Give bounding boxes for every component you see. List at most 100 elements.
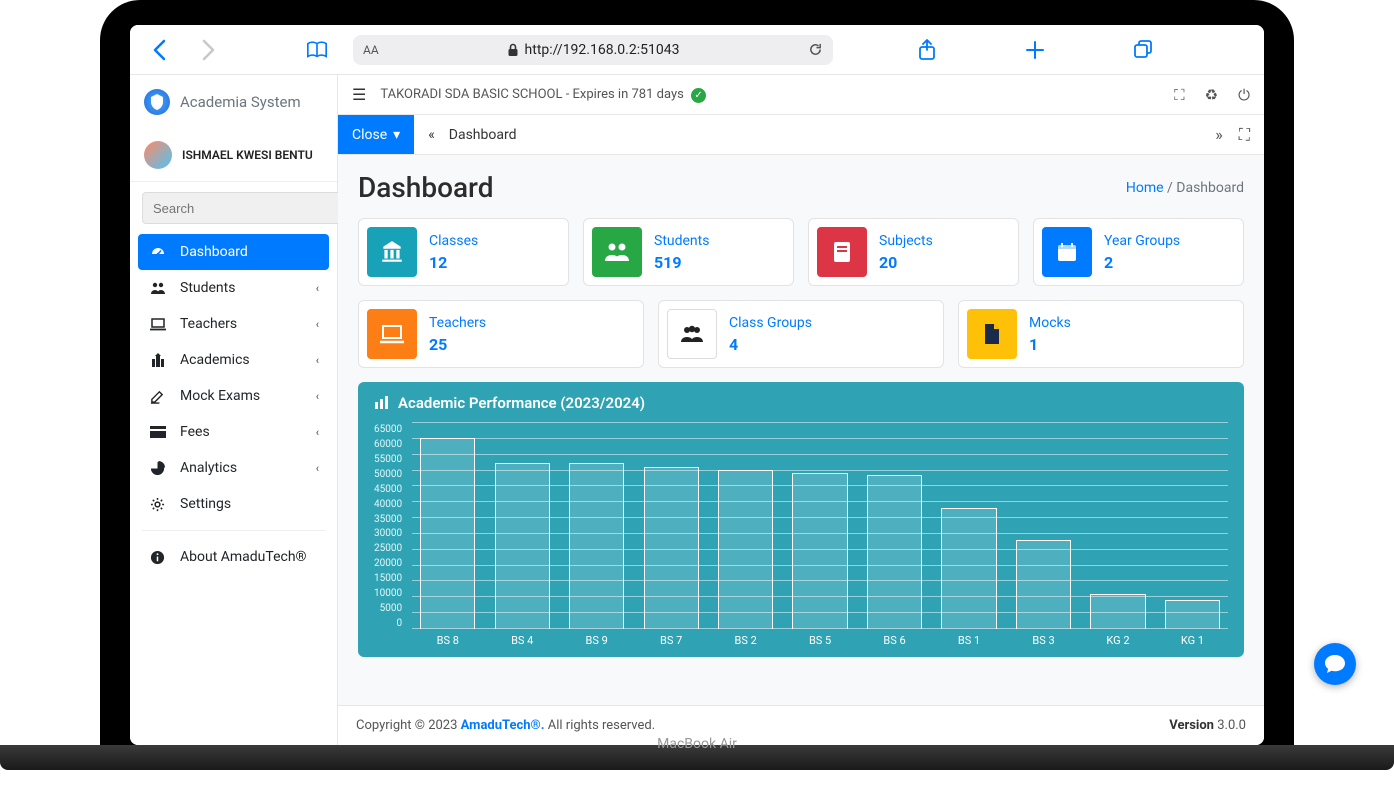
book-icon[interactable]: [303, 40, 331, 60]
card-value: 1: [1029, 335, 1071, 354]
chart-x-label: BS 1: [941, 634, 996, 647]
nav-analytics[interactable]: Analytics ‹: [138, 450, 329, 486]
shield-icon: [144, 89, 170, 115]
text-size-icon[interactable]: AA: [363, 43, 379, 57]
gauge-icon: [150, 244, 168, 260]
share-icon[interactable]: [913, 39, 941, 61]
school-icon: [150, 353, 168, 368]
back-button[interactable]: [145, 39, 173, 61]
users-icon: [150, 281, 168, 295]
chart-x-label: BS 8: [420, 634, 475, 647]
expand-icon[interactable]: ⛶: [1239, 125, 1250, 145]
card-label: Students: [654, 233, 709, 249]
company-link[interactable]: AmaduTech®.: [461, 718, 545, 733]
edit-icon: [150, 389, 168, 404]
bar-chart-icon: [374, 396, 390, 410]
user-name: ISHMAEL KWESI BENTU: [182, 148, 313, 162]
brand: Academia System: [130, 75, 337, 129]
copyright-text: Copyright © 2023: [356, 718, 461, 733]
forward-button[interactable]: [195, 39, 223, 61]
home-link[interactable]: Home: [1126, 180, 1164, 196]
file-icon: [967, 309, 1017, 359]
nav-label: Teachers: [180, 316, 237, 332]
chart-x-label: BS 2: [718, 634, 773, 647]
card-value: 4: [729, 335, 812, 354]
chat-fab[interactable]: [1314, 643, 1356, 685]
nav-settings[interactable]: Settings: [138, 486, 329, 522]
card-classes[interactable]: Classes12: [358, 218, 569, 286]
version-value: 3.0.0: [1217, 718, 1246, 733]
url-text: http://192.168.0.2:51043: [525, 42, 680, 58]
calendar-icon: [1042, 227, 1092, 277]
search-input[interactable]: [142, 192, 340, 224]
nav-label: Settings: [180, 496, 231, 512]
card-teachers[interactable]: Teachers25: [358, 300, 644, 368]
chart-y-axis: 6500060000550005000045000400003500030000…: [374, 422, 406, 647]
page-title: Dashboard: [358, 171, 493, 204]
breadcrumb: Home / Dashboard: [1126, 180, 1244, 196]
fullscreen-icon[interactable]: ⛶: [1174, 86, 1185, 104]
card-students[interactable]: Students519: [583, 218, 794, 286]
chart-bar: [792, 473, 847, 629]
nav-teachers[interactable]: Teachers ‹: [138, 306, 329, 342]
nav-dashboard[interactable]: Dashboard: [138, 234, 329, 270]
chevron-left-icon: ‹: [316, 354, 319, 367]
group-icon: [667, 309, 717, 359]
lock-icon: [507, 43, 519, 57]
card-mocks[interactable]: Mocks1: [958, 300, 1244, 368]
power-icon[interactable]: ⏻: [1238, 86, 1250, 104]
chevron-left-icon: ‹: [316, 426, 319, 439]
building-icon: [367, 227, 417, 277]
recycle-icon[interactable]: ♻: [1205, 86, 1218, 104]
nav-academics[interactable]: Academics ‹: [138, 342, 329, 378]
chart-bar: [644, 467, 699, 629]
user-row[interactable]: ISHMAEL KWESI BENTU: [130, 129, 337, 182]
card-icon: [150, 426, 168, 438]
card-value: 20: [879, 253, 933, 272]
main-area: ☰ TAKORADI SDA BASIC SCHOOL - Expires in…: [338, 75, 1264, 745]
school-name: TAKORADI SDA BASIC SCHOOL: [380, 87, 562, 102]
chart-bar: [1090, 594, 1145, 629]
crumb-title: Dashboard: [449, 127, 517, 143]
card-subjects[interactable]: Subjects20: [808, 218, 1019, 286]
new-tab-icon[interactable]: [1021, 40, 1049, 60]
chart-title: Academic Performance (2023/2024): [398, 394, 645, 412]
card-value: 2: [1104, 253, 1180, 272]
nav-students[interactable]: Students ‹: [138, 270, 329, 306]
users-icon: [592, 227, 642, 277]
gear-icon: [150, 497, 168, 512]
caret-down-icon: ▾: [393, 127, 400, 143]
address-bar[interactable]: AA http://192.168.0.2:51043: [353, 35, 833, 65]
nav-label: Academics: [180, 352, 250, 368]
more-icon[interactable]: »: [1215, 125, 1223, 145]
reload-icon[interactable]: [808, 42, 823, 57]
chart-bar: [867, 475, 922, 629]
rights-text: All rights reserved.: [548, 718, 655, 733]
card-label: Class Groups: [729, 315, 812, 331]
chart-bar: [569, 463, 624, 629]
chart-x-label: KG 1: [1165, 634, 1220, 647]
nav-mock-exams[interactable]: Mock Exams ‹: [138, 378, 329, 414]
hamburger-icon[interactable]: ☰: [352, 85, 366, 104]
nav-fees[interactable]: Fees ‹: [138, 414, 329, 450]
card-label: Year Groups: [1104, 233, 1180, 249]
chart-bar: [495, 463, 550, 629]
chart-bar: [1165, 600, 1220, 629]
collapse-icon[interactable]: «: [414, 127, 449, 143]
nav-label: Analytics: [180, 460, 237, 476]
laptop-label: MacBook Air: [0, 736, 1394, 752]
card-class-groups[interactable]: Class Groups 4: [658, 300, 944, 368]
close-button[interactable]: Close ▾: [338, 115, 414, 154]
chart-x-label: BS 3: [1016, 634, 1071, 647]
tabs-icon[interactable]: [1129, 40, 1157, 60]
nav-about[interactable]: About AmaduTech®: [138, 539, 329, 575]
avatar: [144, 141, 172, 169]
chart-bar: [718, 470, 773, 629]
topbar: ☰ TAKORADI SDA BASIC SCHOOL - Expires in…: [338, 75, 1264, 115]
chart-bar: [420, 438, 475, 629]
card-value: 25: [429, 335, 486, 354]
chevron-left-icon: ‹: [316, 318, 319, 331]
nav-label: Students: [180, 280, 235, 296]
card-year-groups[interactable]: Year Groups 2: [1033, 218, 1244, 286]
nav-label: About AmaduTech®: [180, 549, 307, 565]
